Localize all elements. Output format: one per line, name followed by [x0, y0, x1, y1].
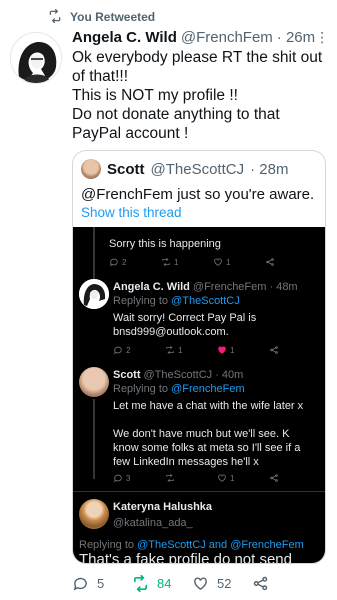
- reply-count: 5: [97, 575, 105, 591]
- like-button[interactable]: 52: [192, 575, 252, 592]
- quoted-author-avatar: [81, 159, 101, 179]
- like-icon: [194, 576, 207, 590]
- retweet-context-label: You Retweeted: [70, 10, 156, 24]
- retweet-icon: [166, 473, 174, 483]
- reply-icon: [114, 346, 122, 355]
- thread-line: [93, 227, 95, 285]
- reply3-avatar: [79, 499, 109, 529]
- share-icon: [266, 258, 274, 266]
- share-icon: [253, 576, 268, 590]
- reply-icon: [110, 258, 118, 267]
- retweet-count: 84: [157, 575, 172, 591]
- share-icon: [270, 474, 278, 482]
- retweet-icon: [48, 8, 62, 26]
- screenshot-top-text: Sorry this is happening: [109, 238, 221, 250]
- reply3-replying-to: Replying to @TheScottCJ and @FrencheFem: [79, 539, 304, 551]
- share-icon: [270, 346, 278, 354]
- tweet-time[interactable]: · 26m: [277, 29, 315, 46]
- reply1-like-count: 1: [230, 345, 235, 355]
- retweet-icon: [162, 257, 170, 267]
- reply1-replying-prefix: Replying to: [113, 295, 169, 307]
- reply3-name: Kateryna Halushka: [113, 501, 212, 513]
- top-like-count: 1: [226, 257, 231, 267]
- share-button[interactable]: [252, 575, 312, 592]
- like-icon: [214, 258, 222, 266]
- tweet-text: Ok everybody please RT the shit out of t…: [72, 49, 323, 142]
- reply1-header: Angela C. Wild @FrencheFem · 48m: [113, 281, 298, 293]
- reply3-name-text: Kateryna Halushka: [113, 501, 213, 513]
- author-handle[interactable]: @FrenchFem: [181, 29, 273, 46]
- retweet-button[interactable]: 84: [132, 574, 192, 592]
- reply3-handle: @katalina_ada_: [113, 517, 193, 529]
- reply3-replying-handle: @TheScottCJ and @FrencheFem: [137, 539, 304, 551]
- divider: [73, 491, 325, 492]
- reply2-handle: @TheScottCJ · 40m: [143, 369, 244, 381]
- quoted-tweet-header: Scott @TheScottCJ · 28m: [81, 159, 288, 179]
- reply-icon: [73, 577, 87, 590]
- show-thread-link[interactable]: Show this thread: [81, 205, 182, 220]
- author-avatar[interactable]: [10, 32, 62, 84]
- reply2-replying-handle: @FrencheFem: [171, 383, 245, 395]
- retweet-context: You Retweeted: [48, 8, 156, 26]
- reply3-replying-prefix: Replying to: [79, 539, 135, 551]
- thread-line: [93, 399, 95, 479]
- liked-heart-icon: [218, 346, 226, 354]
- top-retweet-count: 1: [174, 257, 179, 267]
- author-name[interactable]: Angela C. Wild: [72, 29, 177, 46]
- reply2-name: Scott: [113, 369, 141, 381]
- top-reply-count: 2: [122, 257, 127, 267]
- tweet-action-bar: 5 84 52: [72, 572, 312, 594]
- reply1-name: Angela C. Wild: [113, 281, 190, 293]
- reply2-like-count: 1: [230, 473, 235, 483]
- reply1-handle: @FrencheFem · 48m: [192, 281, 298, 293]
- reply1-replying-to: Replying to @TheScottCJ: [113, 295, 240, 307]
- reply3-text: That's a fake profile do not send: [79, 551, 292, 564]
- reply2-avatar: [79, 367, 109, 397]
- embedded-screenshot: Sorry this is happening 2 1 1 Angela C. …: [73, 227, 325, 564]
- reply1-reply-count: 2: [126, 345, 131, 355]
- quoted-tweet-text: @FrenchFem just so you're aware.: [81, 186, 315, 203]
- like-icon: [218, 474, 226, 482]
- more-options-icon[interactable]: ⋮: [315, 29, 330, 46]
- reply2-text: Let me have a chat with the wife later x…: [113, 400, 304, 468]
- quoted-author-handle: @TheScottCJ: [150, 160, 245, 178]
- reply1-text: Wait sorry! Correct Pay Pal is bnsd999@o…: [113, 312, 257, 338]
- quoted-tweet-time: · 28m: [250, 160, 289, 178]
- reply1-retweet-count: 1: [178, 345, 183, 355]
- reply1-actions: 2 1 1: [113, 345, 321, 355]
- reply2-replying-to: Replying to @FrencheFem: [113, 383, 245, 395]
- reply2-actions: 3 1: [113, 473, 321, 483]
- reply2-header: Scott @TheScottCJ · 40m: [113, 369, 243, 381]
- tweet-header: Angela C. Wild @FrenchFem · 26m ⋮: [72, 28, 329, 46]
- reply-button[interactable]: 5: [72, 575, 132, 592]
- reply2-replying-prefix: Replying to: [113, 383, 169, 395]
- reply1-avatar: [79, 279, 109, 309]
- reply2-reply-count: 3: [126, 473, 131, 483]
- retweet-icon: [166, 345, 174, 355]
- quoted-author-name: Scott: [107, 160, 145, 178]
- screenshot-top-actions: 2 1 1: [109, 257, 317, 267]
- like-count: 52: [217, 575, 232, 591]
- reply1-replying-handle: @TheScottCJ: [171, 295, 240, 307]
- retweet-icon: [133, 574, 148, 592]
- quoted-tweet-card[interactable]: Scott @TheScottCJ · 28m @FrenchFem just …: [72, 150, 326, 564]
- reply-icon: [114, 474, 122, 483]
